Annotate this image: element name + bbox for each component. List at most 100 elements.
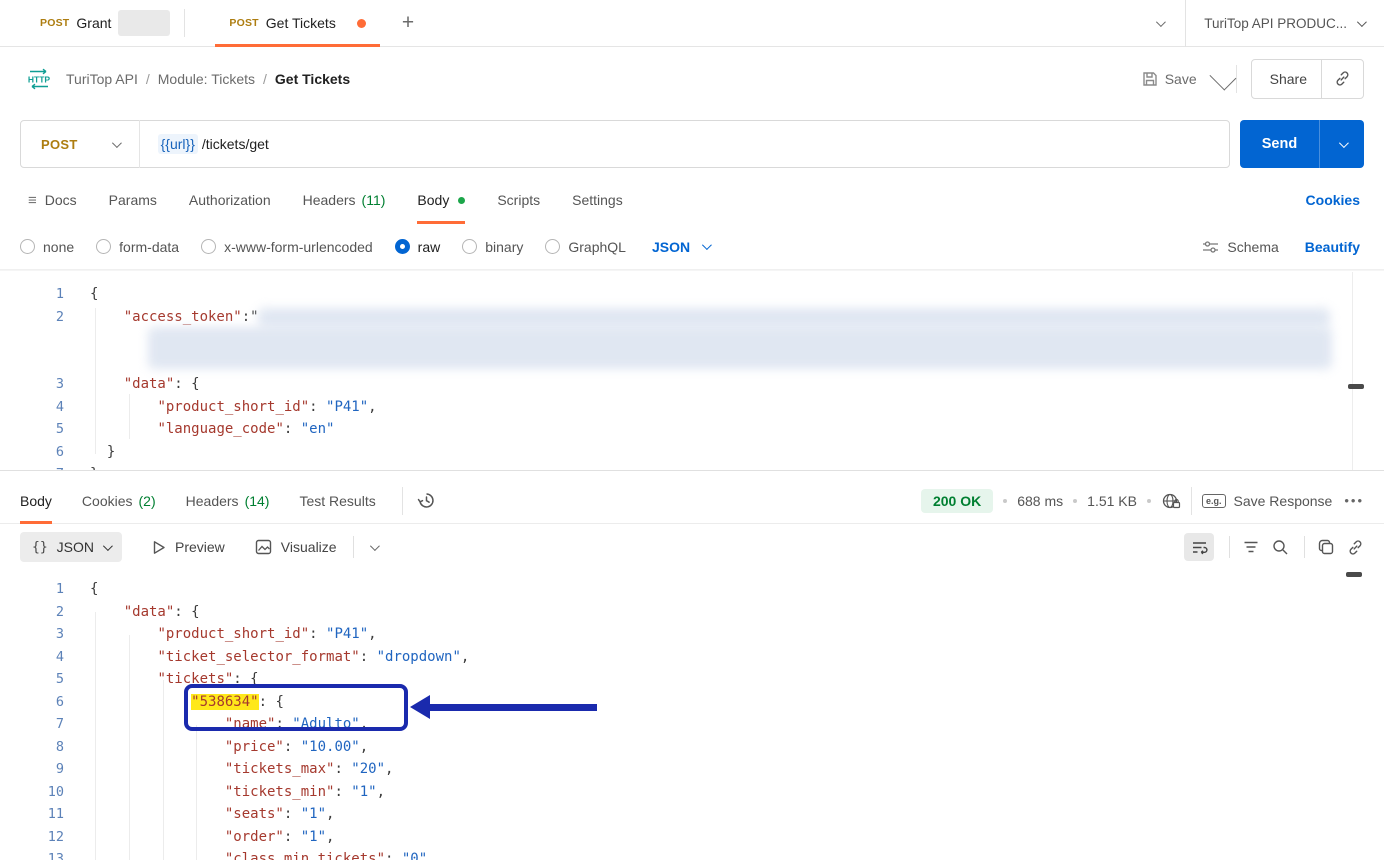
save-label: Save: [1165, 71, 1197, 87]
code-line: 4 "product_short_id": "P41",: [0, 396, 1384, 419]
radio-binary[interactable]: binary: [462, 239, 523, 255]
code-line: 9 "tickets_max": "20",: [0, 758, 1384, 781]
scrollbar-thumb[interactable]: [1348, 384, 1364, 389]
body-type-row: none form-data x-www-form-urlencoded raw…: [0, 224, 1384, 270]
send-button[interactable]: Send: [1240, 120, 1364, 168]
radio-raw[interactable]: raw: [395, 239, 441, 255]
pane-splitter[interactable]: [0, 470, 1384, 471]
url-input[interactable]: {{url}} /tickets/get: [158, 134, 269, 154]
environment-selector[interactable]: TuriTop API PRODUC...: [1185, 0, 1384, 47]
example-icon: e.g.: [1202, 494, 1226, 508]
radio-circle: [395, 239, 410, 254]
tab-settings[interactable]: Settings: [572, 176, 623, 224]
history-section: [402, 487, 436, 515]
tab-scripts[interactable]: Scripts: [497, 176, 540, 224]
response-format-selector[interactable]: {} JSON: [20, 532, 122, 562]
image-icon: [255, 539, 272, 555]
language-label: JSON: [652, 239, 690, 255]
tab-label: Settings: [572, 192, 623, 208]
view-options-chevron[interactable]: [370, 541, 380, 551]
network-info-icon[interactable]: [1161, 492, 1181, 510]
code-line: 8 "price": "10.00",: [0, 736, 1384, 759]
redacted-token-blur: [148, 327, 1332, 369]
response-tab-headers[interactable]: Headers (14): [186, 478, 270, 524]
request-tabs: ≡ Docs Params Authorization Headers (11)…: [0, 176, 1384, 224]
line-number: 11: [0, 803, 90, 826]
breadcrumb-folder[interactable]: Module: Tickets: [158, 71, 255, 87]
divider: [1229, 536, 1230, 558]
tab-docs[interactable]: ≡ Docs: [28, 176, 77, 224]
wrap-text-icon[interactable]: [1184, 533, 1214, 561]
status-badge[interactable]: 200 OK: [921, 489, 993, 513]
radio-circle: [545, 239, 560, 254]
schema-button[interactable]: Schema: [1202, 239, 1278, 255]
tab-get-tickets[interactable]: POST Get Tickets: [215, 0, 379, 47]
link-icon[interactable]: [1347, 539, 1364, 556]
radio-graphql[interactable]: GraphQL: [545, 239, 626, 255]
radio-circle: [96, 239, 111, 254]
tab-authorization[interactable]: Authorization: [189, 176, 271, 224]
chevron-down-icon: [1357, 17, 1367, 27]
line-number: 5: [0, 668, 90, 691]
save-response-button[interactable]: e.g. Save Response: [1202, 493, 1332, 509]
share-button[interactable]: Share: [1251, 59, 1364, 99]
format-label: JSON: [57, 539, 94, 555]
tab-method-label: POST: [40, 17, 69, 29]
more-actions-icon[interactable]: •••: [1342, 493, 1366, 508]
tab-params[interactable]: Params: [109, 176, 157, 224]
line-number: 5: [0, 418, 90, 441]
breadcrumb-request-name[interactable]: Get Tickets: [275, 71, 350, 87]
response-tab-body[interactable]: Body: [20, 478, 52, 524]
radio-circle: [20, 239, 35, 254]
new-tab-button[interactable]: +: [396, 11, 420, 35]
code-line: 5 "language_code": "en": [0, 418, 1384, 441]
line-number: 13: [0, 848, 90, 860]
chevron-down-icon[interactable]: [1156, 17, 1166, 27]
body-language-selector[interactable]: JSON: [652, 239, 709, 255]
response-tab-test-results[interactable]: Test Results: [299, 478, 375, 524]
url-path: /tickets/get: [200, 136, 269, 152]
save-response-label: Save Response: [1234, 493, 1333, 509]
tab-body[interactable]: Body: [417, 176, 465, 224]
line-number: 3: [0, 373, 90, 396]
tab-divider: [184, 9, 185, 37]
search-icon[interactable]: [1272, 539, 1289, 556]
beautify-button[interactable]: Beautify: [1305, 239, 1360, 255]
header-actions: Save Share: [1132, 59, 1364, 99]
send-options-chevron[interactable]: [1320, 141, 1364, 148]
response-size[interactable]: 1.51 KB: [1087, 493, 1137, 509]
response-time[interactable]: 688 ms: [1017, 493, 1063, 509]
scrollbar-thumb[interactable]: [1346, 572, 1362, 577]
response-toolbar-actions: [1184, 533, 1364, 561]
breadcrumb-collection[interactable]: TuriTop API: [66, 71, 138, 87]
tab-headers[interactable]: Headers (11): [303, 176, 386, 224]
cookies-link[interactable]: Cookies: [1306, 192, 1360, 208]
chevron-down-icon: [112, 138, 122, 148]
tab-grant[interactable]: POST Grant: [26, 0, 184, 47]
radio-urlencoded[interactable]: x-www-form-urlencoded: [201, 239, 373, 255]
environment-name: TuriTop API PRODUC...: [1204, 16, 1347, 31]
preview-button[interactable]: Preview: [152, 539, 225, 555]
save-options-chevron[interactable]: [1209, 64, 1236, 91]
headers-count: (11): [362, 192, 386, 208]
radio-circle: [462, 239, 477, 254]
response-tab-cookies[interactable]: Cookies (2): [82, 478, 156, 524]
indent-guide: [95, 308, 96, 454]
response-history-icon[interactable]: [417, 491, 436, 510]
code-line: 13 "class_min_tickets": "0",: [0, 848, 1384, 860]
visualize-button[interactable]: Visualize: [255, 539, 337, 555]
tab-label: Params: [109, 192, 157, 208]
request-url-row: POST {{url}} /tickets/get Send: [0, 110, 1384, 176]
line-number: [0, 351, 90, 374]
copy-link-icon[interactable]: [1322, 70, 1363, 87]
radio-none[interactable]: none: [20, 239, 74, 255]
method-selector[interactable]: POST: [21, 137, 139, 152]
save-button[interactable]: Save: [1132, 63, 1207, 95]
radio-form-data[interactable]: form-data: [96, 239, 179, 255]
copy-icon[interactable]: [1318, 539, 1334, 555]
line-number: 6: [0, 441, 90, 464]
code-line: 2 "data": {: [0, 601, 1384, 624]
request-body-editor[interactable]: 1{2 "access_token":"3 "data": {4 "produc…: [0, 270, 1384, 470]
filter-icon[interactable]: [1243, 540, 1259, 554]
braces-icon: {}: [32, 540, 48, 555]
